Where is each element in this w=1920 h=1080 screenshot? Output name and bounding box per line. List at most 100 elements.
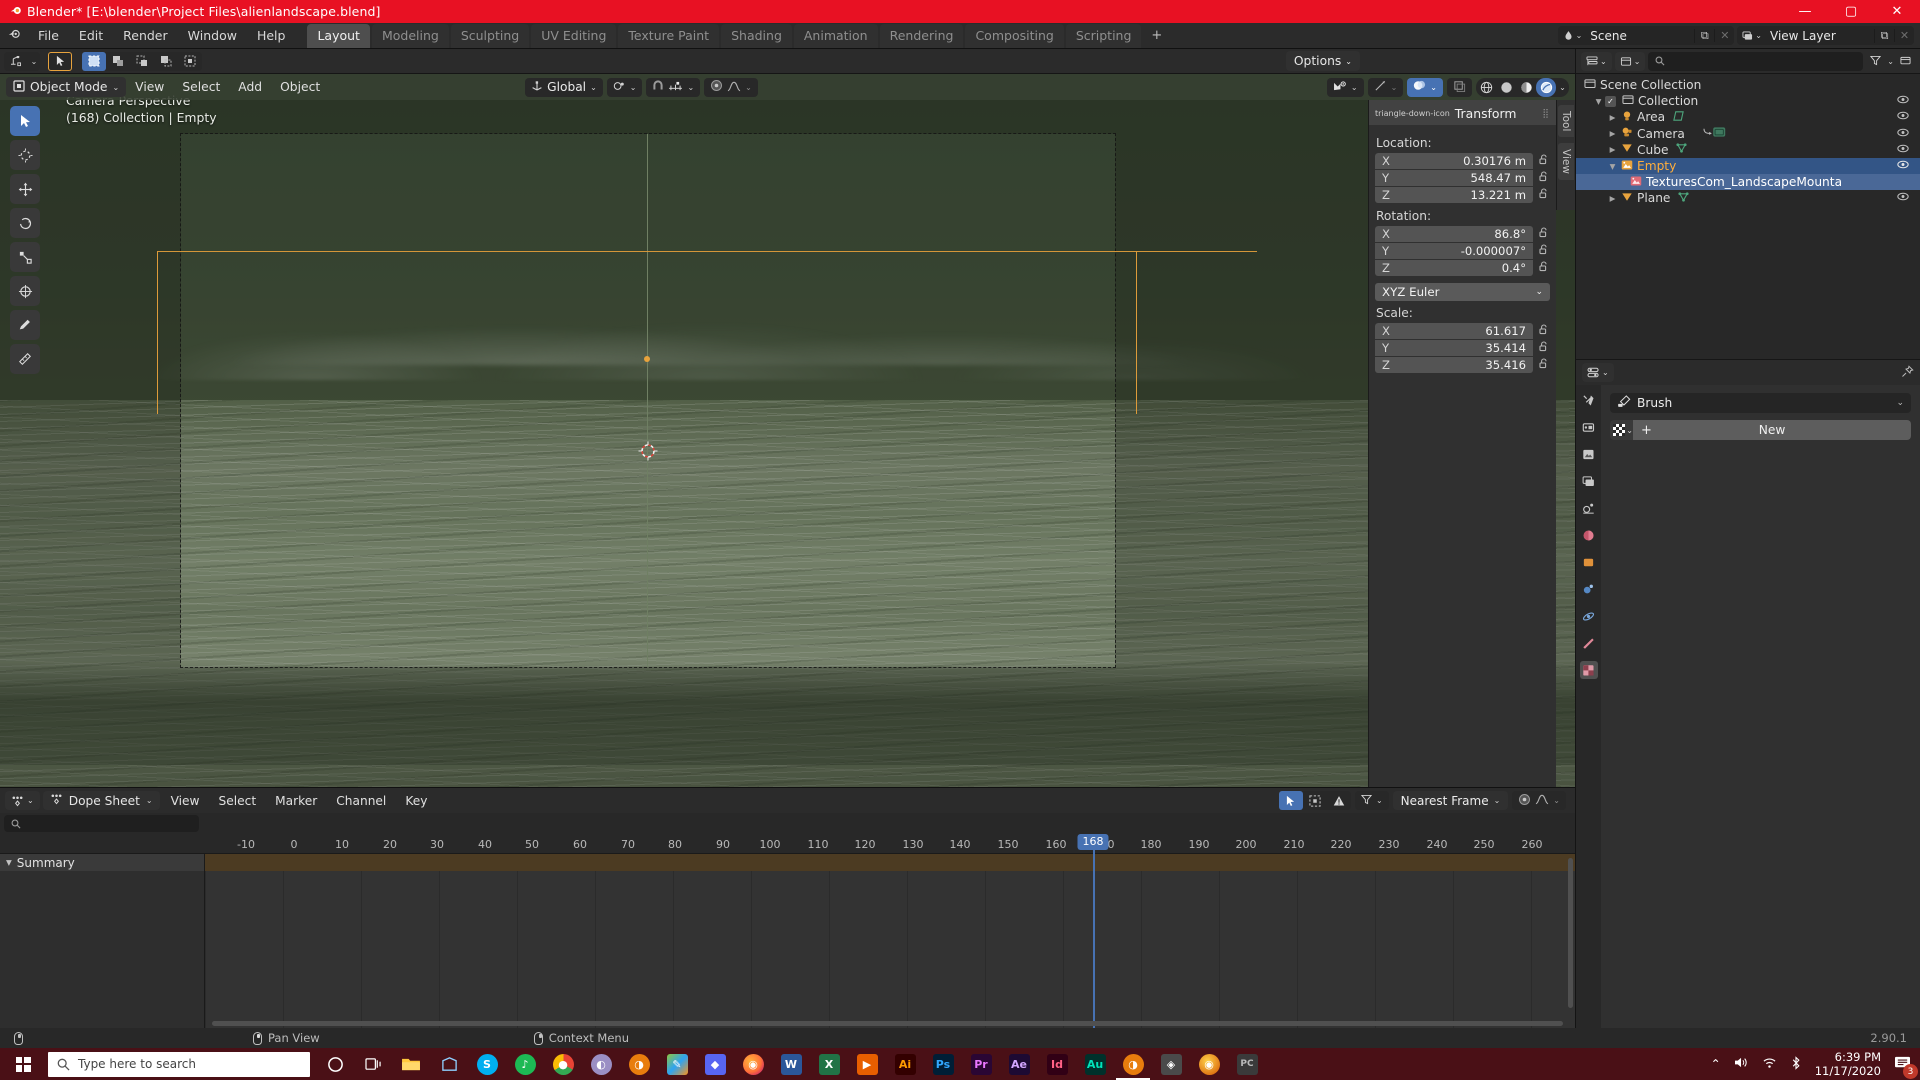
- filter-funnel-icon[interactable]: [1870, 54, 1882, 69]
- spotify-icon[interactable]: ♪: [508, 1048, 542, 1080]
- new-scene-button[interactable]: ⧉: [1694, 28, 1714, 43]
- outliner-row-empty[interactable]: ▼ Empty: [1576, 157, 1920, 175]
- tweak-tool-icon[interactable]: [10, 106, 40, 136]
- properties-editor-icon[interactable]: ⌄: [1582, 363, 1614, 382]
- texture-checker-icon[interactable]: ⌄: [1610, 420, 1633, 440]
- triangle-down-icon[interactable]: triangle-down-icon: [1375, 109, 1450, 118]
- dopesheet-proportional-controls[interactable]: ⌄: [1512, 791, 1566, 810]
- transform-orientation-selector[interactable]: Global ⌄: [525, 77, 603, 97]
- blender-taskbar-icon[interactable]: ◑: [622, 1048, 656, 1080]
- unlocked-padlock-icon[interactable]: [1537, 171, 1550, 185]
- wireframe-shading-icon[interactable]: [1476, 78, 1496, 97]
- unity-icon[interactable]: ◈: [1154, 1048, 1188, 1080]
- transform-tool-icon[interactable]: [10, 276, 40, 306]
- only-show-selected-icon[interactable]: [1278, 791, 1303, 810]
- rotation-mode-selector[interactable]: XYZ Euler ⌄: [1375, 283, 1550, 301]
- wifi-icon[interactable]: [1762, 1056, 1777, 1072]
- scale-tool-icon[interactable]: [10, 242, 40, 272]
- dopesheet-editor-icon[interactable]: ⌄: [5, 791, 40, 810]
- excel-icon[interactable]: X: [812, 1048, 846, 1080]
- editor-type-selector[interactable]: ⌄: [4, 51, 40, 71]
- properties-editor[interactable]: ⌄ Brush ⌄ ⌄ + New: [1575, 359, 1920, 1028]
- triangle-right-icon[interactable]: ▶: [1606, 113, 1619, 122]
- physics-tab-icon[interactable]: [1580, 607, 1598, 625]
- dopesheet-filter-selector[interactable]: ⌄: [1354, 791, 1389, 810]
- cortana-icon[interactable]: [318, 1048, 352, 1080]
- workspace-tab-compositing[interactable]: Compositing: [965, 23, 1064, 48]
- scene-tab-icon[interactable]: [1580, 499, 1598, 517]
- cursor-tool-icon[interactable]: [10, 140, 40, 170]
- unlocked-padlock-icon[interactable]: [1537, 154, 1550, 168]
- summary-channel-strip[interactable]: [205, 854, 1575, 871]
- transform-panel-header[interactable]: triangle-down-icon Transform ⣿: [1369, 100, 1556, 125]
- brush-datablock-selector[interactable]: Brush ⌄: [1610, 393, 1911, 413]
- outliner-editor[interactable]: ⌄ ⌄ ⌄ Scene Collection ▼ ✓ Collection ▶ …: [1575, 49, 1920, 359]
- unlocked-padlock-icon[interactable]: [1537, 188, 1550, 202]
- horizontal-scrollbar[interactable]: [212, 1021, 1563, 1026]
- mesh-data-icon[interactable]: [1677, 191, 1690, 206]
- workspace-tab-shading[interactable]: Shading: [721, 23, 792, 48]
- unlocked-padlock-icon[interactable]: [1537, 358, 1550, 372]
- filter-chevron-down-icon[interactable]: ⌄: [1887, 57, 1894, 66]
- visibility-eye-icon[interactable]: [1897, 144, 1909, 156]
- vlc-icon[interactable]: ▶: [850, 1048, 884, 1080]
- workspace-tab-layout[interactable]: Layout: [307, 23, 370, 48]
- measure-tool-icon[interactable]: [10, 344, 40, 374]
- triangle-down-icon[interactable]: ▼: [6, 858, 12, 867]
- dopesheet-keyframe-grid[interactable]: [205, 854, 1575, 1028]
- notification-icon[interactable]: 3: [1894, 1055, 1918, 1079]
- skype-icon[interactable]: S: [470, 1048, 504, 1080]
- outliner-search-input[interactable]: [1648, 51, 1864, 71]
- aftereffects-icon[interactable]: Ae: [1002, 1048, 1036, 1080]
- illustrator-icon[interactable]: Ai: [888, 1048, 922, 1080]
- unlocked-padlock-icon[interactable]: [1537, 227, 1550, 241]
- outliner-new-collection-icon[interactable]: [1900, 54, 1911, 69]
- triangle-down-icon[interactable]: ▼: [1606, 162, 1619, 171]
- select-intersect-icon[interactable]: [178, 52, 202, 71]
- triangle-right-icon[interactable]: ▶: [1606, 129, 1619, 138]
- visibility-selector[interactable]: ⌄: [1326, 77, 1364, 97]
- channel-row-summary[interactable]: ▼ Summary: [0, 854, 204, 871]
- select-subtract-icon[interactable]: [130, 52, 154, 71]
- blender-menu-icon[interactable]: [0, 27, 28, 44]
- visibility-eye-icon[interactable]: [1897, 111, 1909, 123]
- view-layer-selector[interactable]: ⌄ View Layer ⧉ ✕: [1737, 26, 1914, 45]
- outliner-row-area[interactable]: ▶ Area: [1576, 109, 1920, 125]
- render-tab-icon[interactable]: [1580, 418, 1598, 436]
- visibility-eye-icon[interactable]: [1897, 160, 1909, 172]
- texture-browse-chevron-down-icon[interactable]: ⌄: [1626, 426, 1633, 435]
- unlocked-padlock-icon[interactable]: [1537, 324, 1550, 338]
- word-icon[interactable]: W: [774, 1048, 808, 1080]
- outliner-row-collection[interactable]: ▼ ✓ Collection: [1576, 93, 1920, 109]
- playhead-line[interactable]: [1093, 834, 1095, 1028]
- scene-selector[interactable]: ⌄ Scene ⧉ ✕: [1557, 26, 1735, 45]
- viewport-menu-object[interactable]: Object: [271, 78, 329, 96]
- paint-icon[interactable]: ✎: [660, 1048, 694, 1080]
- texture-tab-icon[interactable]: [1579, 661, 1598, 679]
- rotation-z-field[interactable]: Z 0.4°: [1375, 260, 1533, 276]
- outliner-row-image-texture[interactable]: TexturesCom_LandscapeMountains0322: [1576, 174, 1920, 191]
- solid-shading-icon[interactable]: [1496, 78, 1516, 97]
- scale-x-field[interactable]: X 61.617: [1375, 323, 1533, 339]
- outliner-row-camera[interactable]: ▶ Camera: [1576, 126, 1920, 142]
- dopesheet-menu-select[interactable]: Select: [211, 792, 265, 810]
- object-tab-icon[interactable]: [1580, 553, 1598, 571]
- location-y-field[interactable]: Y 548.47 m: [1375, 170, 1533, 186]
- dopesheet-search-input[interactable]: [4, 815, 199, 832]
- brush-chevron-down-icon[interactable]: ⌄: [1896, 398, 1904, 408]
- select-box-icon[interactable]: [82, 51, 106, 71]
- material-preview-icon[interactable]: [1516, 78, 1536, 97]
- menu-file[interactable]: File: [28, 25, 69, 46]
- camera-data-icon[interactable]: [1703, 126, 1729, 141]
- firefox-icon[interactable]: ◉: [736, 1048, 770, 1080]
- dopesheet-menu-channel[interactable]: Channel: [328, 792, 394, 810]
- new-texture-button[interactable]: + New: [1633, 420, 1911, 440]
- tray-chevron-up-icon[interactable]: ⌃: [1711, 1057, 1721, 1071]
- workspace-tab-texture-paint[interactable]: Texture Paint: [618, 23, 720, 48]
- blender-running-icon[interactable]: ◑: [1116, 1048, 1150, 1080]
- collection-checkbox[interactable]: ✓: [1605, 95, 1616, 107]
- taskbar-search-input[interactable]: Type here to search: [48, 1051, 310, 1077]
- dopesheet-menu-view[interactable]: View: [163, 792, 208, 810]
- visibility-eye-icon[interactable]: [1897, 192, 1909, 204]
- remove-view-layer-button[interactable]: ✕: [1894, 29, 1914, 42]
